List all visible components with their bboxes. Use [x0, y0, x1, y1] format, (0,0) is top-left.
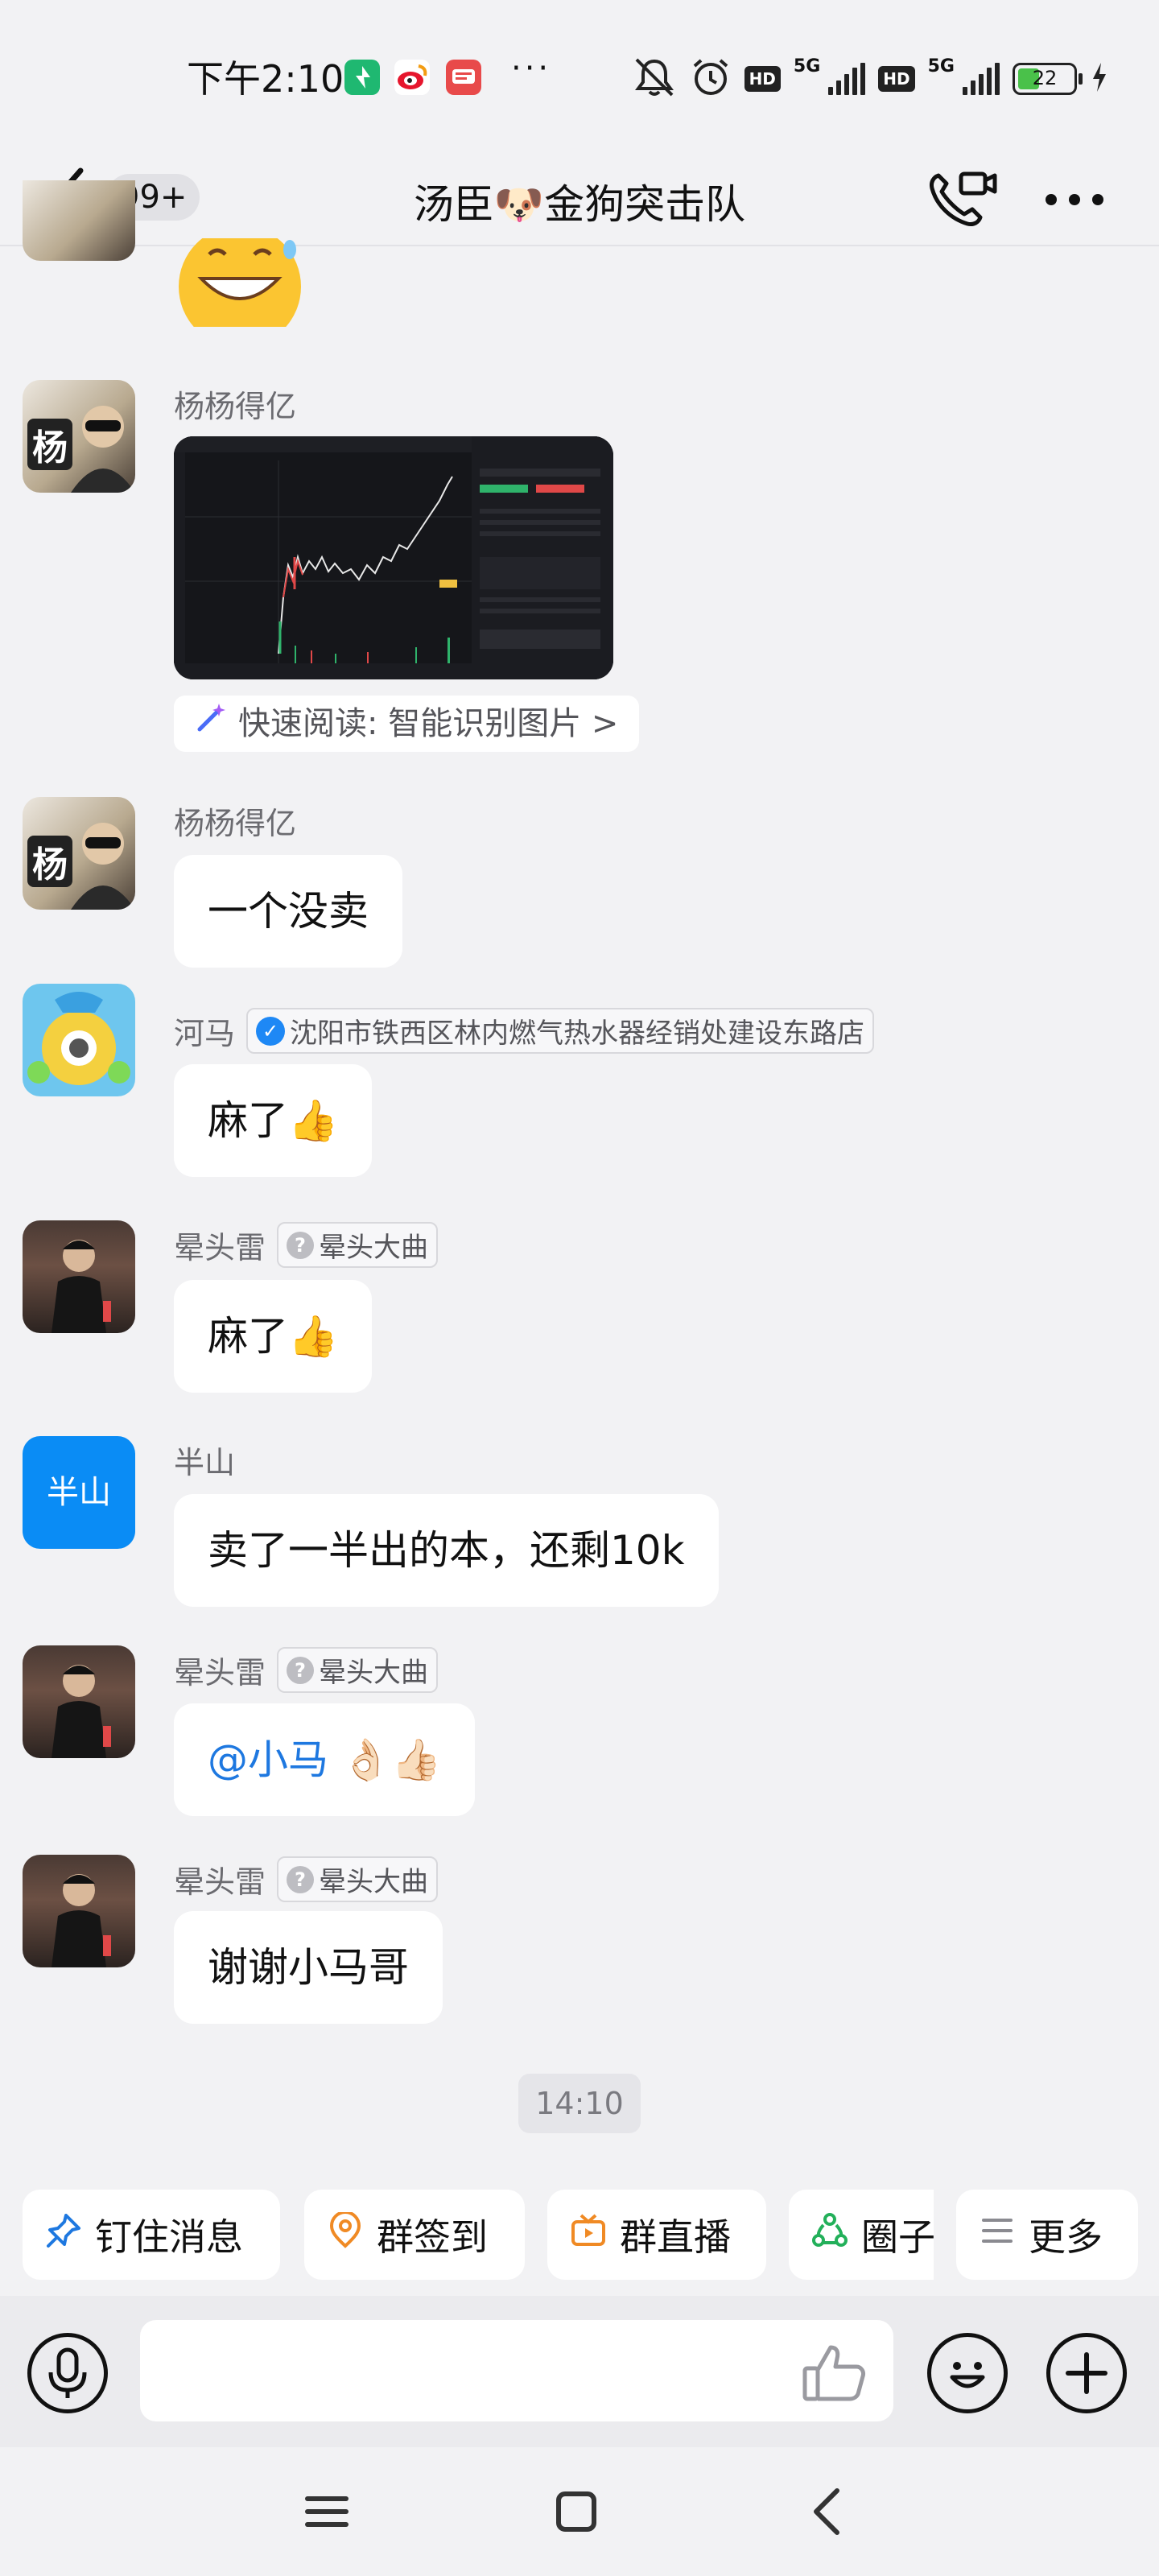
sender-name: 杨杨得亿	[174, 799, 296, 843]
avatar-yangyang[interactable]: 杨	[23, 797, 135, 910]
sender-name-text: 晕头雷	[174, 1230, 266, 1265]
quick-read-label: 快速阅读: 智能识别图片 >	[238, 705, 619, 742]
group-live-button[interactable]: 群直播	[547, 2190, 766, 2280]
member-title-tag: ? 晕头大曲	[277, 1647, 439, 1693]
group-checkin-button[interactable]: 群签到	[304, 2190, 525, 2280]
pin-message-button[interactable]: 钉住消息	[23, 2190, 280, 2280]
pin-icon	[45, 2212, 82, 2258]
battery-level: 22	[1032, 67, 1058, 89]
message-emojis: 👌🏻👍🏻	[340, 1736, 442, 1783]
sender-name: 晕头雷 ? 晕头大曲	[174, 1647, 439, 1693]
sender-name: 杨杨得亿	[174, 382, 296, 426]
signal-icon	[828, 63, 866, 95]
sender-name-text: 杨杨得亿	[174, 806, 297, 841]
sender-name-text: 河马	[174, 1016, 236, 1051]
circle-button[interactable]: 圈子	[789, 2190, 934, 2280]
chat-header: 99+ 汤臣🐶金狗突击队	[0, 145, 1159, 246]
mention-link[interactable]: @小马	[208, 1736, 328, 1783]
question-badge-icon: ?	[287, 1231, 315, 1259]
status-time: 下午2:10	[187, 57, 344, 101]
network-type-2: 5G	[927, 56, 955, 76]
stock-chart-thumbnail	[174, 436, 613, 679]
member-title-text: 晕头大曲	[319, 1657, 429, 1689]
signal-icon-2	[963, 63, 1000, 95]
member-title-tag: ? 晕头大曲	[277, 1222, 439, 1268]
question-badge-icon: ?	[287, 1656, 315, 1684]
sender-name-text: 晕头雷	[174, 1655, 266, 1690]
chart-image-message[interactable]	[174, 436, 613, 679]
member-title-tag: ✓ 沈阳市铁西区林内燃气热水器经销处建设东路店	[246, 1008, 875, 1054]
sender-name-text: 半山	[174, 1445, 236, 1480]
chip-label: 圈子	[861, 2215, 934, 2259]
weibo-icon	[394, 60, 430, 95]
avatar-partial[interactable]	[23, 180, 135, 261]
member-title-text: 晕头大曲	[319, 1232, 429, 1264]
message-bubble[interactable]: 麻了👍	[174, 1064, 373, 1177]
thumbs-up-icon[interactable]	[800, 2341, 868, 2405]
circle-network-icon	[811, 2212, 848, 2258]
chip-label: 群直播	[620, 2215, 731, 2259]
sender-name-text: 杨杨得亿	[174, 389, 297, 424]
chip-label: 群签到	[377, 2215, 488, 2259]
quick-read-button[interactable]: 快速阅读: 智能识别图片 >	[174, 696, 640, 752]
question-badge-icon: ?	[287, 1865, 315, 1893]
nav-back-button[interactable]	[797, 2479, 861, 2544]
more-actions-button[interactable]: 更多	[956, 2190, 1138, 2280]
member-title-tag: ? 晕头大曲	[277, 1856, 439, 1902]
recent-apps-button[interactable]	[295, 2479, 359, 2544]
more-options-button[interactable]	[1038, 177, 1111, 222]
input-bar	[0, 2296, 1159, 2447]
alarm-icon	[690, 56, 732, 101]
sender-name: 半山	[174, 1438, 235, 1482]
system-nav-bar	[0, 2447, 1159, 2576]
sender-name: 晕头雷 ? 晕头大曲	[174, 1222, 439, 1268]
message-timestamp: 14:10	[518, 2074, 641, 2133]
avatar-banshan[interactable]: 半山	[23, 1436, 135, 1549]
message-bubble[interactable]: 一个没卖	[174, 855, 402, 968]
sender-name: 晕头雷 ? 晕头大曲	[174, 1856, 439, 1902]
location-icon	[327, 2210, 364, 2258]
grinning-face-emoji-icon	[177, 225, 303, 348]
message-bubble[interactable]: 麻了👍	[174, 1280, 373, 1393]
call-button[interactable]	[926, 169, 998, 230]
hd-badge-2: HD	[878, 66, 915, 92]
chat-title[interactable]: 汤臣🐶金狗突击队	[386, 172, 773, 230]
home-button[interactable]	[544, 2479, 608, 2544]
network-type: 5G	[793, 56, 821, 76]
tv-icon	[570, 2212, 607, 2258]
news-app-icon	[446, 60, 481, 95]
status-more-dots: ···	[511, 50, 552, 87]
mute-icon	[632, 56, 677, 101]
emoji-button[interactable]	[927, 2333, 1008, 2413]
avatar-yuntoulei[interactable]	[23, 1855, 135, 1967]
charging-icon	[1090, 61, 1109, 97]
menu-icon	[979, 2212, 1016, 2258]
member-title-text: 沈阳市铁西区林内燃气热水器经销处建设东路店	[290, 1018, 865, 1050]
message-bubble[interactable]: 谢谢小马哥	[174, 1911, 443, 2024]
add-button[interactable]	[1046, 2333, 1127, 2413]
member-title-text: 晕头大曲	[319, 1866, 429, 1898]
chip-label: 钉住消息	[95, 2215, 243, 2259]
voice-button[interactable]	[27, 2333, 108, 2413]
verified-icon: ✓	[256, 1016, 286, 1046]
chip-label: 更多	[1029, 2215, 1103, 2259]
message-bubble[interactable]: @小马 👌🏻👍🏻	[174, 1703, 476, 1816]
message-bubble[interactable]: 卖了一半出的本，还剩10k	[174, 1494, 719, 1607]
battery-icon: 22	[1013, 63, 1083, 95]
avatar-yangyang[interactable]: 杨	[23, 380, 135, 493]
hd-badge: HD	[744, 66, 781, 92]
avatar-yuntoulei[interactable]	[23, 1645, 135, 1758]
message-input[interactable]	[140, 2320, 893, 2421]
app-notification-icon	[344, 60, 380, 95]
sender-name-text: 晕头雷	[174, 1864, 266, 1900]
avatar-hema[interactable]	[23, 984, 135, 1096]
magic-wand-icon	[195, 696, 227, 752]
sender-name: 河马 ✓ 沈阳市铁西区林内燃气热水器经销处建设东路店	[174, 1008, 875, 1054]
avatar-yuntoulei[interactable]	[23, 1220, 135, 1333]
status-bar: 下午2:10 ··· HD 5G HD 5G 22	[0, 0, 1159, 145]
